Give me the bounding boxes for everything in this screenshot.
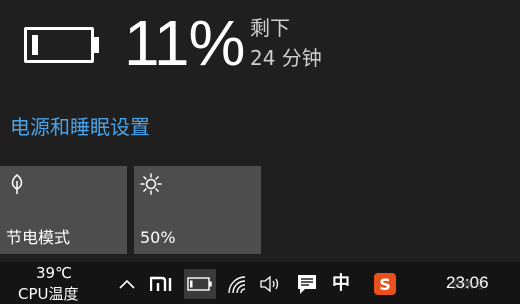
battery-saver-label: 节电模式: [6, 228, 71, 247]
svg-text:S: S: [379, 275, 391, 294]
speaker-icon[interactable]: [257, 270, 283, 298]
brightness-icon: [140, 172, 162, 196]
sogou-icon[interactable]: S: [372, 270, 398, 298]
remaining-label: 剩下: [250, 16, 290, 40]
brightness-label: 50%: [140, 228, 176, 247]
taskbar: 39℃ CPU温度 中 S 23:06: [0, 262, 520, 304]
battery-icon: [24, 27, 100, 63]
brightness-tile[interactable]: 50%: [134, 166, 261, 254]
leaf-icon: [6, 172, 28, 196]
battery-terminal: [94, 37, 99, 53]
battery-saver-tile[interactable]: 节电模式: [0, 166, 127, 254]
cpu-temperature-value: 39℃: [36, 264, 72, 282]
battery-level-fill: [32, 35, 38, 55]
power-sleep-settings-link[interactable]: 电源和睡眠设置: [10, 114, 150, 140]
chevron-up-icon[interactable]: [116, 270, 138, 298]
mi-icon[interactable]: [148, 270, 176, 298]
battery-tray-icon[interactable]: [184, 269, 216, 299]
battery-flyout: 11% 剩下 24 分钟 电源和睡眠设置 节电模式 50%: [0, 0, 520, 262]
message-icon[interactable]: [294, 270, 320, 298]
cpu-temperature-label: CPU温度: [18, 285, 79, 303]
ime-indicator[interactable]: 中: [328, 270, 354, 298]
battery-percent: 11%: [124, 7, 245, 79]
watermark-text: 头条号: [452, 278, 485, 291]
remaining-time: 24 分钟: [250, 46, 322, 70]
wifi-icon[interactable]: [224, 270, 250, 298]
